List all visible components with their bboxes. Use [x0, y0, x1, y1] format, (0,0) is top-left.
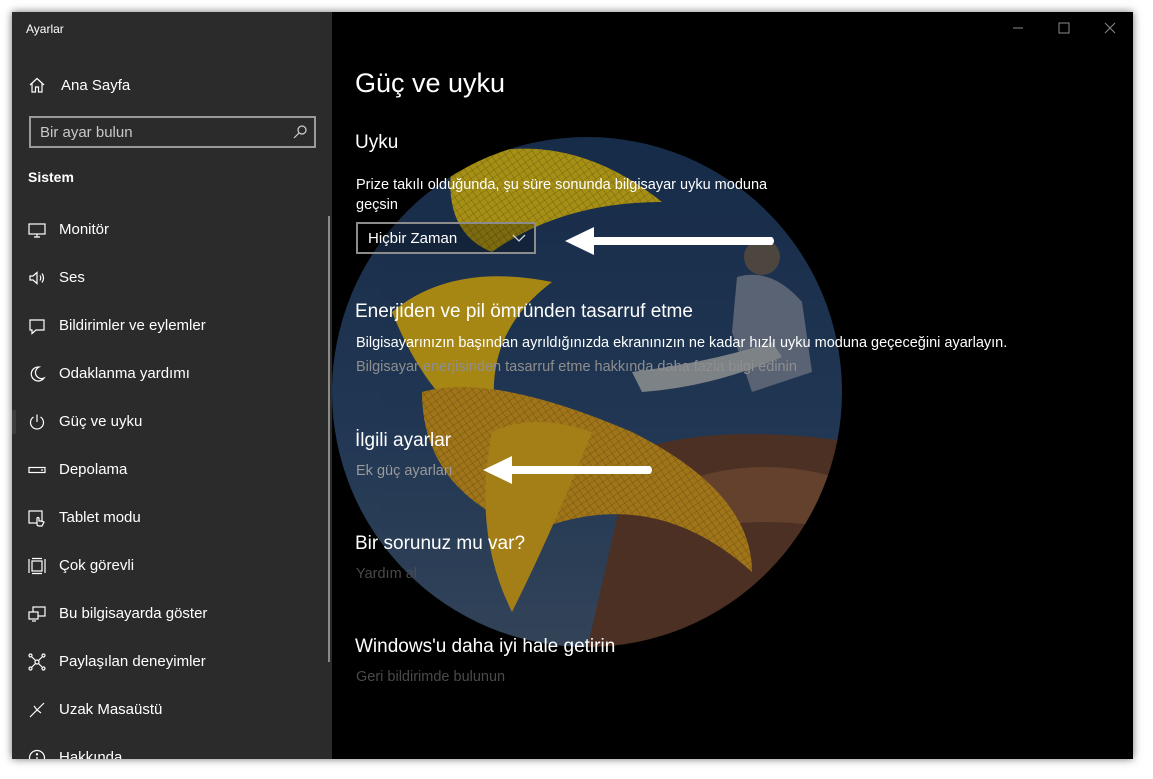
annotation-arrow: [483, 456, 652, 484]
sidebar-item-shared-experiences[interactable]: Paylaşılan deneyimler: [12, 638, 332, 686]
home-label: Ana Sayfa: [61, 77, 131, 94]
maximize-button[interactable]: [1041, 12, 1087, 44]
sidebar-item-project[interactable]: Bu bilgisayarda göster: [12, 590, 332, 638]
get-help-link[interactable]: Yardım al: [356, 566, 417, 582]
settings-window: Ayarlar Ana Sayfa Sistem Monitör: [12, 12, 1133, 759]
sleep-heading: Uyku: [355, 132, 399, 153]
home-icon: [29, 77, 45, 93]
sleep-description: Prize takılı olduğunda, şu süre sonunda …: [356, 177, 768, 213]
project-icon: [28, 606, 46, 622]
app-title: Ayarlar: [26, 22, 64, 36]
additional-power-settings-link[interactable]: Ek güç ayarları: [356, 463, 453, 479]
energy-description: Bilgisayarınızın başından ayrıldığınızda…: [356, 335, 1008, 351]
sidebar-item-label: Bildirimler ve eylemler: [59, 317, 206, 334]
close-icon: [1104, 22, 1116, 34]
sidebar-item-about[interactable]: Hakkında: [12, 734, 332, 759]
sidebar-item-label: Monitör: [59, 221, 110, 238]
power-icon: [29, 414, 45, 430]
sidebar-item-focus-assist[interactable]: Odaklanma yardımı: [12, 350, 332, 398]
give-feedback-link[interactable]: Geri bildirimde bulunun: [356, 669, 505, 685]
search-input[interactable]: [31, 118, 286, 146]
energy-learn-more-link[interactable]: Bilgisayar enerjisinden tasarruf etme ha…: [356, 359, 797, 375]
main-content: Güç ve uyku Uyku Prize takılı olduğunda,…: [332, 12, 1133, 759]
moon-icon: [30, 366, 46, 382]
minimize-button[interactable]: [995, 12, 1041, 44]
sidebar-item-label: Güç ve uyku: [59, 413, 143, 430]
sidebar-item-label: Paylaşılan deneyimler: [59, 653, 206, 670]
minimize-icon: [1013, 27, 1023, 29]
sidebar-item-label: Odaklanma yardımı: [59, 365, 190, 382]
sidebar-item-label: Tablet modu: [59, 509, 141, 526]
sidebar-item-label: Ses: [59, 269, 85, 286]
sidebar-item-label: Çok görevli: [59, 557, 135, 574]
sidebar-item-sound[interactable]: Ses: [12, 254, 332, 302]
chevron-down-icon: [512, 234, 526, 242]
tablet-icon: [28, 510, 45, 527]
sleep-timeout-value: Hiçbir Zaman: [368, 230, 458, 247]
related-settings-heading: İlgili ayarlar: [355, 430, 452, 451]
home-button[interactable]: Ana Sayfa: [12, 70, 332, 100]
sidebar-item-power-sleep[interactable]: Güç ve uyku: [12, 398, 332, 446]
close-button[interactable]: [1087, 12, 1133, 44]
section-title: Sistem: [28, 169, 74, 185]
sidebar-item-storage[interactable]: Depolama: [12, 446, 332, 494]
sidebar-item-label: Uzak Masaüstü: [59, 701, 163, 718]
notification-icon: [29, 319, 45, 335]
sidebar-item-label: Bu bilgisayarda göster: [59, 605, 208, 622]
sleep-timeout-dropdown[interactable]: Hiçbir Zaman: [356, 222, 536, 254]
energy-heading: Enerjiden ve pil ömründen tasarruf etme: [355, 301, 693, 322]
sidebar-item-multitasking[interactable]: Çok görevli: [12, 542, 332, 590]
speaker-icon: [29, 271, 45, 285]
maximize-icon: [1058, 22, 1070, 34]
multitask-icon: [28, 557, 46, 575]
sidebar: Ayarlar Ana Sayfa Sistem Monitör: [12, 12, 332, 759]
sidebar-item-remote-desktop[interactable]: Uzak Masaüstü: [12, 686, 332, 734]
sidebar-item-monitor[interactable]: Monitör: [12, 206, 332, 254]
page-title: Güç ve uyku: [355, 68, 506, 98]
annotation-arrow: [565, 227, 774, 255]
search-box: [29, 116, 316, 148]
search-icon[interactable]: [292, 124, 308, 140]
monitor-icon: [28, 223, 46, 238]
sidebar-item-tablet-mode[interactable]: Tablet modu: [12, 494, 332, 542]
sidebar-nav: Monitör Ses Bildirimler ve eylemler Odak…: [12, 206, 332, 759]
storage-icon: [28, 466, 46, 474]
sidebar-scrollbar[interactable]: [328, 216, 330, 662]
info-icon: [28, 749, 46, 759]
remote-desktop-icon: [29, 702, 45, 718]
sidebar-item-label: Hakkında: [59, 749, 123, 759]
question-heading: Bir sorunuz mu var?: [355, 533, 526, 554]
shared-icon: [28, 653, 46, 671]
sidebar-item-notifications[interactable]: Bildirimler ve eylemler: [12, 302, 332, 350]
sidebar-item-label: Depolama: [59, 461, 128, 478]
improve-heading: Windows'u daha iyi hale getirin: [355, 636, 616, 657]
